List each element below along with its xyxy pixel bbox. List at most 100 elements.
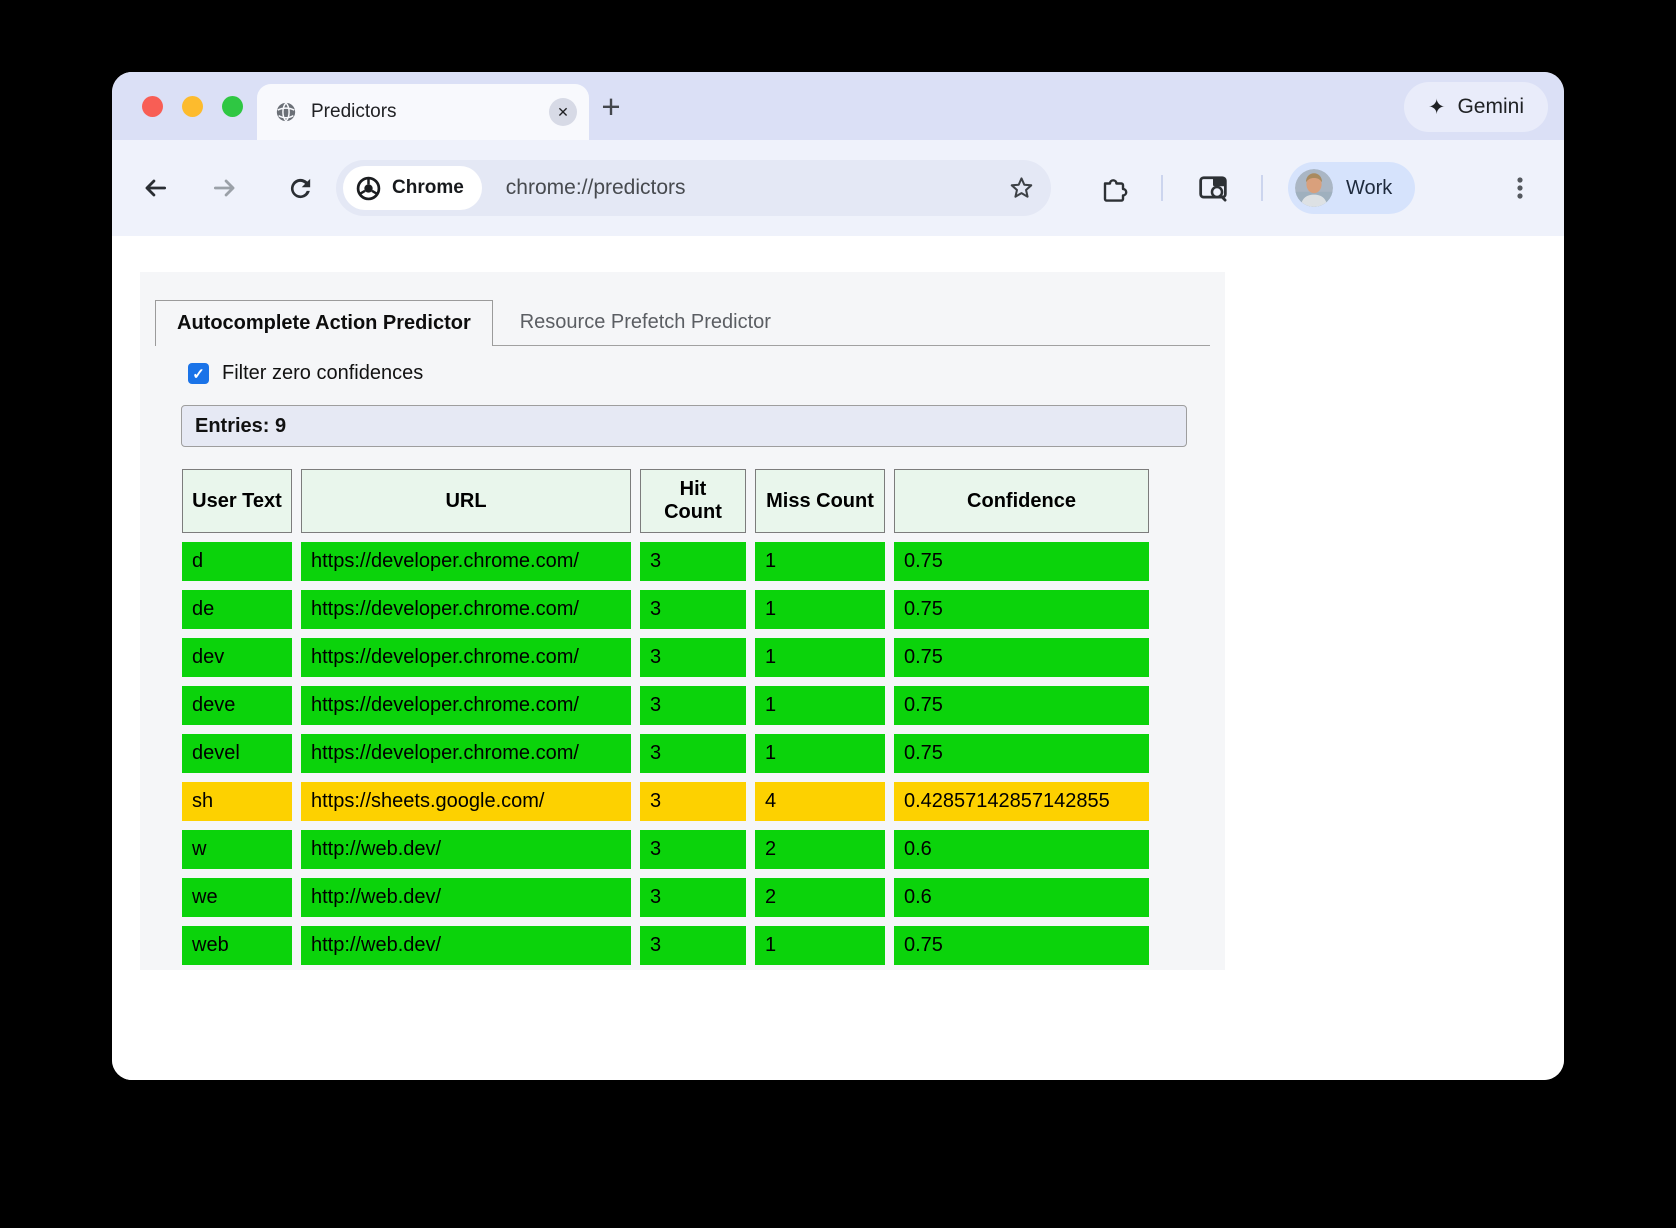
forward-arrow-icon xyxy=(210,173,240,203)
cell-miss-count: 1 xyxy=(755,926,885,965)
cell-confidence: 0.75 xyxy=(894,590,1149,629)
cell-url: https://developer.chrome.com/ xyxy=(301,542,631,581)
cell-miss-count: 1 xyxy=(755,686,885,725)
window-controls xyxy=(142,96,243,117)
predictors-panel: Autocomplete Action Predictor Resource P… xyxy=(140,272,1225,970)
table-row: dhttps://developer.chrome.com/310.75 xyxy=(182,542,1149,581)
tab-autocomplete-action-predictor[interactable]: Autocomplete Action Predictor xyxy=(155,300,493,346)
entries-count: Entries: 9 xyxy=(181,405,1187,447)
gemini-button[interactable]: ✦ Gemini xyxy=(1404,82,1548,132)
cell-url: http://web.dev/ xyxy=(301,926,631,965)
column-header: Miss Count xyxy=(755,469,885,533)
toolbar-divider xyxy=(1161,175,1163,201)
new-tab-button[interactable]: + xyxy=(590,86,632,128)
cell-url: https://developer.chrome.com/ xyxy=(301,686,631,725)
extensions-button[interactable] xyxy=(1096,171,1130,205)
toolbar: Chrome chrome://predictors xyxy=(112,140,1564,236)
gemini-label: Gemini xyxy=(1457,95,1524,119)
table-row: develhttps://developer.chrome.com/310.75 xyxy=(182,734,1149,773)
bookmark-button[interactable] xyxy=(1008,175,1035,202)
cell-url: https://developer.chrome.com/ xyxy=(301,638,631,677)
cell-user-text: web xyxy=(182,926,292,965)
tab-resource-prefetch-predictor[interactable]: Resource Prefetch Predictor xyxy=(493,300,798,345)
screen-search-button[interactable] xyxy=(1196,171,1230,205)
toolbar-divider xyxy=(1261,175,1263,201)
cell-hit-count: 3 xyxy=(640,782,746,821)
cell-user-text: d xyxy=(182,542,292,581)
table-row: shhttps://sheets.google.com/340.42857142… xyxy=(182,782,1149,821)
tab-title: Predictors xyxy=(311,101,535,123)
cell-hit-count: 3 xyxy=(640,878,746,917)
cell-url: https://developer.chrome.com/ xyxy=(301,734,631,773)
filter-row: ✓ Filter zero confidences xyxy=(188,362,1225,385)
cell-confidence: 0.75 xyxy=(894,542,1149,581)
browser-tab[interactable]: Predictors ✕ xyxy=(257,84,589,140)
cell-miss-count: 1 xyxy=(755,734,885,773)
url-text[interactable]: chrome://predictors xyxy=(506,176,686,200)
tab-close-icon[interactable]: ✕ xyxy=(549,98,577,126)
bookmark-star-icon xyxy=(1008,175,1035,202)
maximize-window-button[interactable] xyxy=(222,96,243,117)
cell-confidence: 0.6 xyxy=(894,830,1149,869)
profile-button[interactable]: Work xyxy=(1288,162,1415,214)
site-chip[interactable]: Chrome xyxy=(343,166,482,210)
column-header: Confidence xyxy=(894,469,1149,533)
cell-user-text: de xyxy=(182,590,292,629)
close-window-button[interactable] xyxy=(142,96,163,117)
table-row: whttp://web.dev/320.6 xyxy=(182,830,1149,869)
cell-user-text: we xyxy=(182,878,292,917)
cell-miss-count: 1 xyxy=(755,542,885,581)
back-button[interactable] xyxy=(138,171,172,205)
cell-hit-count: 3 xyxy=(640,734,746,773)
cell-url: https://sheets.google.com/ xyxy=(301,782,631,821)
cell-user-text: sh xyxy=(182,782,292,821)
predictor-tabs: Autocomplete Action Predictor Resource P… xyxy=(155,272,1210,346)
cell-confidence: 0.75 xyxy=(894,734,1149,773)
three-dot-menu-icon xyxy=(1507,175,1533,201)
cell-confidence: 0.75 xyxy=(894,926,1149,965)
table-row: dehttps://developer.chrome.com/310.75 xyxy=(182,590,1149,629)
reload-icon xyxy=(286,174,315,203)
cell-hit-count: 3 xyxy=(640,590,746,629)
tab-strip: Predictors ✕ + ✦ Gemini xyxy=(112,72,1564,140)
forward-button[interactable] xyxy=(208,171,242,205)
cell-confidence: 0.75 xyxy=(894,686,1149,725)
profile-label: Work xyxy=(1346,177,1392,200)
cell-miss-count: 1 xyxy=(755,590,885,629)
minimize-window-button[interactable] xyxy=(182,96,203,117)
cell-user-text: dev xyxy=(182,638,292,677)
back-arrow-icon xyxy=(140,173,170,203)
cell-hit-count: 3 xyxy=(640,638,746,677)
globe-favicon-icon xyxy=(275,101,297,123)
cell-user-text: w xyxy=(182,830,292,869)
site-chip-label: Chrome xyxy=(392,177,464,199)
cell-url: https://developer.chrome.com/ xyxy=(301,590,631,629)
cell-hit-count: 3 xyxy=(640,926,746,965)
cell-miss-count: 2 xyxy=(755,878,885,917)
column-header: User Text xyxy=(182,469,292,533)
cell-user-text: deve xyxy=(182,686,292,725)
cell-user-text: devel xyxy=(182,734,292,773)
cell-miss-count: 2 xyxy=(755,830,885,869)
address-bar[interactable]: Chrome chrome://predictors xyxy=(336,160,1051,216)
cell-miss-count: 1 xyxy=(755,638,885,677)
table-row: devhttps://developer.chrome.com/310.75 xyxy=(182,638,1149,677)
filter-zero-confidences-checkbox[interactable]: ✓ xyxy=(188,363,209,384)
table-row: devehttps://developer.chrome.com/310.75 xyxy=(182,686,1149,725)
table-header-row: User TextURLHit CountMiss CountConfidenc… xyxy=(182,469,1149,533)
cell-confidence: 0.75 xyxy=(894,638,1149,677)
profile-avatar xyxy=(1295,169,1333,207)
gemini-star-icon: ✦ xyxy=(1428,95,1446,120)
cell-confidence: 0.42857142857142855 xyxy=(894,782,1149,821)
screen-search-icon xyxy=(1197,172,1229,204)
cell-hit-count: 3 xyxy=(640,542,746,581)
reload-button[interactable] xyxy=(283,171,317,205)
cell-url: http://web.dev/ xyxy=(301,878,631,917)
menu-button[interactable] xyxy=(1503,171,1537,205)
table-row: wehttp://web.dev/320.6 xyxy=(182,878,1149,917)
cell-hit-count: 3 xyxy=(640,830,746,869)
page-content: Autocomplete Action Predictor Resource P… xyxy=(112,236,1564,1080)
filter-checkbox-label[interactable]: Filter zero confidences xyxy=(222,362,423,385)
cell-miss-count: 4 xyxy=(755,782,885,821)
column-header: Hit Count xyxy=(640,469,746,533)
